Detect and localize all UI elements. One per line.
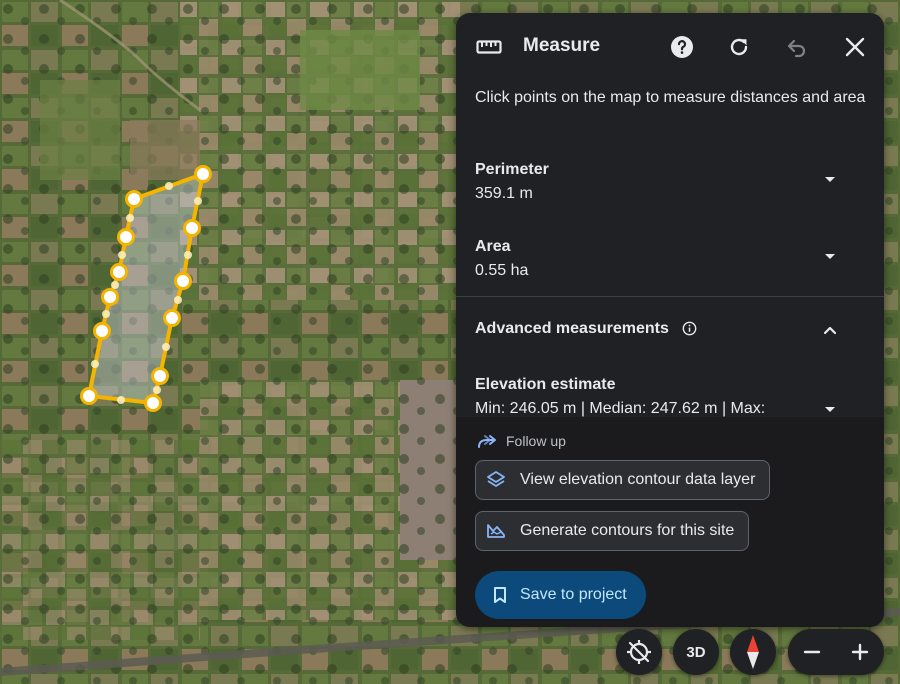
- zoom-in-button[interactable]: [836, 629, 884, 675]
- view-contour-layer-button[interactable]: View elevation contour data layer: [475, 460, 771, 500]
- instructions-text: Click points on the map to measure dista…: [475, 89, 866, 106]
- help-icon: [671, 36, 693, 58]
- panel-header: Measure: [456, 13, 884, 79]
- perimeter-row[interactable]: Perimeter 359.1 m: [456, 161, 884, 221]
- generate-contours-button[interactable]: Generate contours for this site: [475, 511, 750, 551]
- generate-contours-label: Generate contours for this site: [520, 522, 735, 539]
- follow-up-section: Follow up View elevation contour data la…: [456, 417, 884, 627]
- follow-up-icon: [478, 435, 496, 448]
- elevation-value: Min: 246.05 m | Median: 247.62 m | Max:: [475, 400, 766, 417]
- reset-button[interactable]: [724, 32, 754, 62]
- location-off-icon: [627, 640, 651, 664]
- refresh-icon: [730, 38, 748, 56]
- save-to-project-button[interactable]: Save to project: [475, 571, 646, 619]
- toggle-3d-label: 3D: [686, 643, 706, 661]
- zoom-out-button[interactable]: [788, 629, 836, 675]
- advanced-measurements-label: Advanced measurements: [475, 320, 669, 337]
- close-icon: [845, 37, 865, 57]
- area-row[interactable]: Area 0.55 ha: [456, 238, 884, 298]
- chevron-down-icon: [825, 407, 835, 412]
- undo-button[interactable]: [782, 32, 812, 62]
- zoom-out-icon: [803, 650, 821, 654]
- layers-icon: [487, 471, 505, 487]
- zoom-in-icon: [851, 643, 869, 661]
- elevation-label: Elevation estimate: [475, 376, 616, 393]
- chevron-down-icon: [825, 254, 835, 259]
- undo-icon: [787, 39, 806, 58]
- zoom-controls: [788, 629, 884, 675]
- perimeter-label: Perimeter: [475, 161, 549, 178]
- area-value: 0.55 ha: [475, 262, 529, 279]
- chevron-up-icon: [823, 326, 837, 335]
- advanced-measurements-toggle[interactable]: Advanced measurements: [456, 315, 884, 345]
- compass-button[interactable]: [730, 629, 776, 675]
- ruler-icon: [476, 40, 502, 54]
- panel-divider: [456, 296, 884, 297]
- view-contour-layer-label: View elevation contour data layer: [520, 471, 756, 488]
- my-location-button[interactable]: [616, 629, 662, 675]
- help-button[interactable]: [667, 32, 697, 62]
- close-button[interactable]: [840, 32, 870, 62]
- elevation-row[interactable]: Elevation estimate Min: 246.05 m | Media…: [456, 375, 884, 417]
- area-label: Area: [475, 238, 511, 255]
- save-to-project-label: Save to project: [520, 586, 627, 603]
- toggle-3d-button[interactable]: 3D: [673, 629, 719, 675]
- follow-up-label: Follow up: [506, 433, 566, 449]
- perimeter-value: 359.1 m: [475, 185, 533, 202]
- panel-title: Measure: [523, 35, 601, 56]
- follow-up-heading: Follow up: [477, 431, 566, 451]
- info-icon[interactable]: [682, 321, 697, 336]
- chevron-down-icon: [825, 177, 835, 182]
- bookmark-icon: [494, 587, 506, 603]
- measure-panel: Measure Click points on the map to measu…: [456, 13, 884, 627]
- contour-icon: [487, 524, 505, 538]
- compass-icon: [747, 635, 759, 669]
